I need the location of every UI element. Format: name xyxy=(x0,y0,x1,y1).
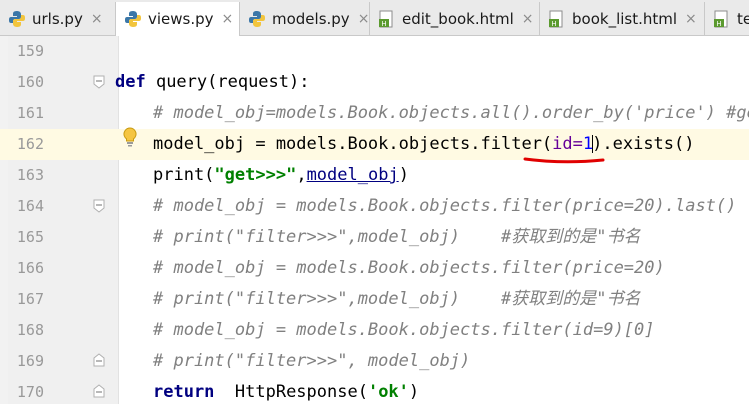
code-line: 163 print("get>>>",model_obj) xyxy=(0,160,749,191)
line-number: 169 xyxy=(16,352,44,370)
tab-truncated[interactable]: H te xyxy=(705,2,749,35)
svg-text:H: H xyxy=(716,20,721,28)
line-number: 159 xyxy=(16,42,44,60)
code-fragment: ).exists() xyxy=(592,134,695,154)
line-number: 160 xyxy=(16,73,44,91)
tab-label: book_list.html xyxy=(572,9,678,28)
keyword: return xyxy=(153,382,215,402)
close-icon[interactable]: × xyxy=(358,11,369,27)
line-number: 170 xyxy=(16,383,44,401)
python-file-icon xyxy=(125,11,141,27)
comment-text: # print("filter>>>",model_obj) #获取到的是"书名 xyxy=(153,289,641,309)
keyword: def xyxy=(115,72,146,92)
comment-text: # model_obj = models.Book.objects.filter… xyxy=(153,196,737,216)
svg-text:H: H xyxy=(551,20,556,28)
python-file-icon xyxy=(249,10,265,27)
code-text: print("get>>>",model_obj) xyxy=(153,160,409,191)
python-file-icon xyxy=(9,10,25,27)
close-icon[interactable]: × xyxy=(91,11,103,27)
code-line: 167 # print("filter>>>",model_obj) #获取到的… xyxy=(0,284,749,315)
tab-label: urls.py xyxy=(32,9,83,28)
line-number: 163 xyxy=(16,166,44,184)
tab-urls-py[interactable]: urls.py × xyxy=(0,2,116,35)
close-icon[interactable]: × xyxy=(685,11,697,27)
code-fragment: print( xyxy=(153,165,215,185)
code-line: 161 # model_obj=models.Book.objects.all(… xyxy=(0,98,749,129)
lightbulb-icon[interactable] xyxy=(122,127,138,147)
html-file-icon: H xyxy=(379,10,393,28)
html-file-icon: H xyxy=(549,10,563,28)
code-fragment: ) xyxy=(408,382,420,402)
code-text: return HttpResponse('ok') xyxy=(153,377,419,408)
line-number: 168 xyxy=(16,321,44,339)
comment-text: # model_obj=models.Book.objects.all().or… xyxy=(153,103,749,123)
string-literal: 'ok' xyxy=(367,382,409,402)
string-literal: "get>>>" xyxy=(214,165,297,185)
line-number: 162 xyxy=(16,135,44,153)
comment-text: # model_obj = models.Book.objects.filter… xyxy=(153,320,655,340)
line-number: 167 xyxy=(16,290,44,308)
variable-reference[interactable]: model_obj xyxy=(307,165,399,185)
comment-text: # print("filter>>>",model_obj) #获取到的是"书名 xyxy=(153,227,641,247)
line-number: 166 xyxy=(16,259,44,277)
red-underline-annotation xyxy=(523,157,605,164)
code-text: def query(request): xyxy=(115,67,309,98)
code-fragment: query(request): xyxy=(145,72,310,92)
tab-book-list-html[interactable]: H book_list.html × xyxy=(540,2,705,35)
line-number: 165 xyxy=(16,228,44,246)
code-line: 165 # print("filter>>>",model_obj) #获取到的… xyxy=(0,222,749,253)
tab-edit-book-html[interactable]: H edit_book.html × xyxy=(370,2,540,35)
keyword-argument: id= xyxy=(552,134,583,154)
code-line: 166 # model_obj = models.Book.objects.fi… xyxy=(0,253,749,284)
html-file-icon: H xyxy=(714,10,728,28)
current-code-line: 162 model_obj = models.Book.objects.filt… xyxy=(0,129,749,160)
tab-label: te xyxy=(737,9,749,28)
code-text: model_obj = models.Book.objects.filter(i… xyxy=(153,129,695,160)
tab-models-py[interactable]: models.py × xyxy=(240,2,370,35)
code-fragment: , xyxy=(296,165,307,185)
fold-marker-icon[interactable] xyxy=(92,384,106,398)
fold-marker-icon[interactable] xyxy=(92,199,106,213)
code-line: 164 # model_obj = models.Book.objects.fi… xyxy=(0,191,749,222)
line-number: 161 xyxy=(16,104,44,122)
tab-views-py[interactable]: views.py × xyxy=(116,2,240,36)
editor-tab-bar: urls.py × views.py × models.py × H edit_… xyxy=(0,0,749,36)
svg-text:H: H xyxy=(381,20,386,28)
code-fragment: HttpResponse( xyxy=(214,382,368,402)
code-line: 170 return HttpResponse('ok') xyxy=(0,377,749,408)
code-fragment: model_obj = models.Book.objects.filter( xyxy=(153,134,553,154)
close-icon[interactable]: × xyxy=(522,11,534,27)
comment-text: # model_obj = models.Book.objects.filter… xyxy=(153,258,665,278)
tab-label: edit_book.html xyxy=(402,9,514,28)
code-line: 169 # print("filter>>>", model_obj) xyxy=(0,346,749,377)
comment-text: # print("filter>>>", model_obj) xyxy=(153,351,471,371)
tab-label: views.py xyxy=(148,10,214,28)
code-line: 168 # model_obj = models.Book.objects.fi… xyxy=(0,315,749,346)
code-line: 159 xyxy=(0,36,749,67)
code-line: 160 def query(request): xyxy=(0,67,749,98)
tab-label: models.py xyxy=(272,9,350,28)
close-icon[interactable]: × xyxy=(222,11,234,27)
line-number: 164 xyxy=(16,197,44,215)
fold-marker-icon[interactable] xyxy=(92,353,106,367)
code-fragment: ) xyxy=(398,165,409,185)
fold-marker-icon[interactable] xyxy=(92,75,106,89)
